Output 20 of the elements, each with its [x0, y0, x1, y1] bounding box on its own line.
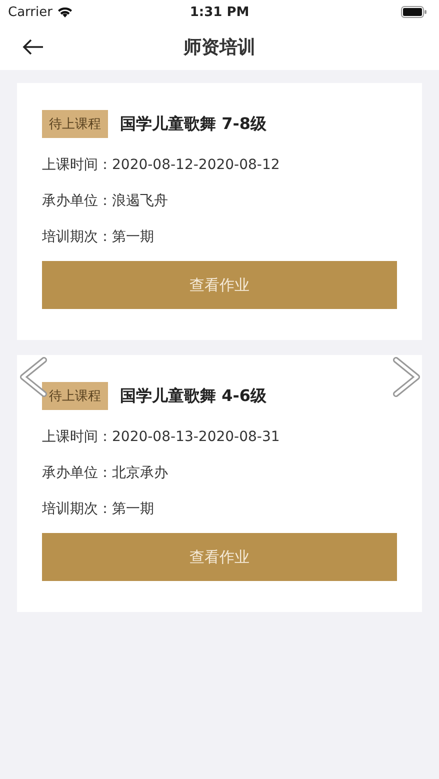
course-detail: 承办单位：浪遏飞舟	[42, 192, 169, 211]
wifi-icon	[57, 6, 74, 18]
chevron-left-icon[interactable]	[18, 357, 48, 397]
course-detail: 培训期次：第一期	[42, 500, 155, 519]
course-name: 国学儿童歌舞 7-8级	[120, 114, 266, 134]
chevron-right-icon[interactable]	[392, 357, 422, 397]
status-tag: 待上课程	[42, 382, 108, 410]
battery-icon	[401, 6, 427, 18]
back-arrow-icon[interactable]	[22, 39, 44, 55]
view-homework-button[interactable]: 查看作业	[42, 261, 397, 309]
course-detail: 上课时间：2020-08-13-2020-08-31	[42, 428, 281, 447]
status-time: 1:31 PM	[190, 4, 250, 20]
course-detail: 上课时间：2020-08-12-2020-08-12	[42, 156, 281, 175]
course-detail: 培训期次：第一期	[42, 228, 155, 247]
status-tag: 待上课程	[42, 110, 108, 138]
course-name: 国学儿童歌舞 4-6级	[120, 386, 266, 406]
page-title: 师资培训	[184, 36, 256, 59]
course-detail: 承办单位：北京承办	[42, 464, 169, 483]
view-homework-button[interactable]: 查看作业	[42, 533, 397, 581]
carrier-label: Carrier	[8, 4, 52, 20]
